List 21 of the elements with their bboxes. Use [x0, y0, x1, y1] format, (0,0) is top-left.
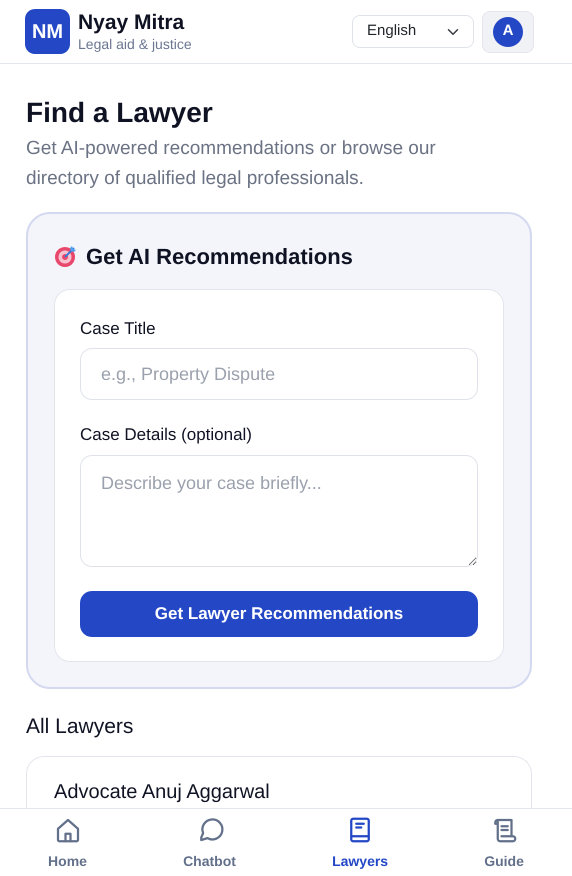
section-title: All Lawyers — [26, 714, 134, 740]
panel-title: Get AI Recommendations — [86, 242, 353, 271]
target-icon — [54, 244, 78, 268]
avatar-button[interactable]: A — [482, 10, 534, 52]
recommend-button[interactable]: Get Lawyer Recommendations — [80, 590, 478, 637]
app-title: Nyay Mitra — [78, 12, 186, 33]
text-area[interactable]: Describe your case briefly... — [80, 454, 478, 567]
field-label: Case Title — [80, 318, 157, 340]
nav-tab[interactable]: Home — [48, 809, 87, 872]
input-field[interactable]: e.g., Property Dispute — [80, 348, 478, 400]
nav-tab[interactable]: Guide — [484, 809, 524, 872]
page-title: Find a Lawyer — [26, 96, 214, 130]
nav-tab[interactable]: Chatbot — [183, 809, 236, 872]
field-label: Case Details (optional) — [80, 424, 253, 446]
app-subtitle: Legal aid & justice — [78, 37, 192, 51]
lawyer-name: Advocate Anuj Aggarwal — [54, 780, 271, 806]
avatar: A — [493, 16, 523, 46]
logo[interactable]: NM — [25, 9, 70, 54]
language-select[interactable]: English — [352, 15, 474, 48]
page-description: Get AI-powered recommendations or browse our directory of qualified legal professionals. — [26, 136, 437, 191]
nav-tab[interactable]: Lawyers — [332, 809, 388, 872]
